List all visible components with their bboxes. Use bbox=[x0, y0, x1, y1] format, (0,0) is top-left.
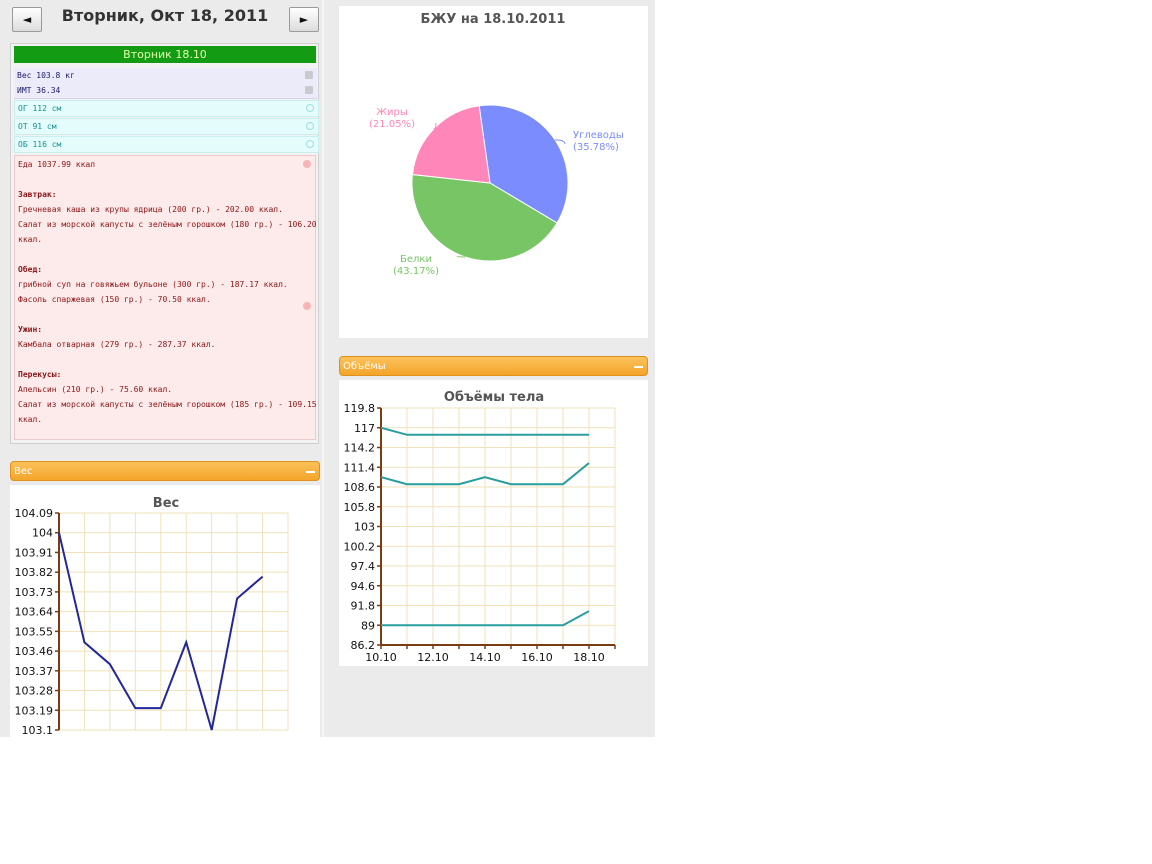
y-tick-label: 103.46 bbox=[15, 645, 54, 658]
weight-chart: Вес 104.09 104 103.91 103.82 103.73 103.64 103.… bbox=[15, 496, 289, 737]
x-tick-label: 16.10 bbox=[521, 651, 553, 664]
lock-icon bbox=[305, 71, 313, 79]
chart-title: БЖУ на 18.10.2011 bbox=[421, 12, 566, 27]
food-line: Гречневая каша из крупы ядрица (200 гр.)… bbox=[18, 205, 283, 214]
pie-label-name: Углеводы bbox=[573, 130, 624, 141]
x-tick-label: 12.10 bbox=[417, 651, 449, 664]
y-tick-label: 103.1 bbox=[22, 724, 54, 737]
y-tick-label: 103.73 bbox=[15, 586, 54, 599]
food-line: Фасоль спаржевая (150 гр.) - 70.50 ккал. bbox=[18, 295, 211, 304]
food-line: Камбала отварная (279 гр.) - 287.37 ккал… bbox=[18, 340, 216, 349]
hips-entry-label: ОБ 116 см bbox=[18, 140, 62, 149]
pie-label-pct: (35.78%) bbox=[573, 142, 619, 153]
macros-chart-panel: БЖУ на 18.10.2011 Углеводы (35.78%) Белки (4… bbox=[339, 6, 648, 338]
waist-entry[interactable]: ОТ 91 см bbox=[14, 118, 319, 135]
meal-heading: Завтрак: bbox=[18, 190, 57, 199]
y-tick-label: 94.6 bbox=[351, 580, 376, 593]
day-header[interactable]: Вторник 18.10 bbox=[14, 46, 316, 63]
food-entry[interactable]: Еда 1037.99 ккал Завтрак: Гречневая каша… bbox=[14, 155, 317, 440]
bmi-entry[interactable]: ИМТ 36.34 bbox=[14, 83, 317, 99]
weight-chart-panel: Вес 104.09 104 103.91 103.82 103.73 103.64 103.… bbox=[10, 485, 320, 737]
day-summary-panel: Вторник 18.10 Вес 103.8 кг ИМТ 36.34 ОГ … bbox=[10, 43, 319, 444]
volumes-panel-header[interactable]: Объёмы bbox=[339, 356, 648, 376]
tape-measure-icon bbox=[306, 122, 314, 130]
y-tick-label: 114.2 bbox=[344, 442, 376, 455]
app-window: ◄ Вторник, Окт 18, 2011 ► Вторник 18.10 … bbox=[0, 0, 655, 737]
volumes-panel-title: Объёмы bbox=[343, 361, 386, 372]
pie-slice bbox=[411, 105, 491, 184]
meal-heading: Перекусы: bbox=[18, 370, 62, 379]
y-tick-label: 111.4 bbox=[344, 461, 376, 474]
y-tick-label: 117 bbox=[354, 422, 375, 435]
x-tick-label: 14.10 bbox=[469, 651, 501, 664]
food-line: Салат из морской капусты с зелёным горош… bbox=[18, 220, 317, 229]
x-tick-label: 18.10 bbox=[573, 651, 605, 664]
bmi-entry-label: ИМТ 36.34 bbox=[17, 86, 61, 95]
food-line: ккал. bbox=[18, 235, 43, 244]
meal-heading: Ужин: bbox=[18, 325, 43, 334]
y-tick-label: 103.55 bbox=[15, 625, 54, 638]
weight-entry-label: Вес 103.8 кг bbox=[17, 71, 75, 80]
collapse-icon[interactable] bbox=[634, 366, 643, 368]
previous-day-button[interactable]: ◄ bbox=[12, 7, 42, 32]
pie-label-name: Белки bbox=[400, 254, 432, 265]
pie-label-pct: (43.17%) bbox=[393, 266, 439, 277]
x-tick-label: 10.10 bbox=[365, 651, 397, 664]
food-line: ккал. bbox=[18, 415, 43, 424]
apple-icon bbox=[303, 160, 311, 168]
chart-title: Объёмы тела bbox=[444, 390, 544, 405]
collapse-icon[interactable] bbox=[306, 471, 315, 473]
meal-heading: Обед: bbox=[18, 265, 43, 274]
weight-entry[interactable]: Вес 103.8 кг bbox=[14, 68, 317, 84]
column-separator bbox=[322, 0, 324, 737]
y-tick-label: 91.8 bbox=[351, 600, 376, 613]
pie-label-pct: (21.05%) bbox=[369, 119, 415, 130]
y-tick-label: 89 bbox=[361, 619, 375, 632]
food-line: Апельсин (210 гр.) - 75.60 ккал. bbox=[18, 385, 173, 394]
chart-title: Вес bbox=[153, 496, 179, 511]
y-tick-label: 105.8 bbox=[344, 501, 376, 514]
y-tick-label: 108.6 bbox=[344, 481, 376, 494]
food-line: грибной суп на говяжьем бульоне (300 гр.… bbox=[18, 280, 288, 289]
volumes-chart-panel: Объёмы тела 119.8 117 114.2 111.4 108.6 105.8 1… bbox=[339, 380, 648, 666]
chest-entry[interactable]: ОГ 112 см bbox=[14, 100, 319, 117]
pie-label-name: Жиры bbox=[376, 107, 408, 118]
tape-measure-icon bbox=[306, 140, 314, 148]
y-tick-label: 119.8 bbox=[344, 402, 376, 415]
y-tick-label: 103 bbox=[354, 521, 375, 534]
y-tick-label: 104.09 bbox=[15, 507, 54, 520]
y-tick-label: 103.64 bbox=[15, 606, 54, 619]
y-tick-label: 97.4 bbox=[351, 560, 376, 573]
y-tick-label: 104 bbox=[32, 527, 53, 540]
weight-panel-title: Вес bbox=[14, 466, 33, 477]
volumes-chart: Объёмы тела 119.8 117 114.2 111.4 108.6 105.8 1… bbox=[344, 390, 616, 664]
y-tick-label: 100.2 bbox=[344, 540, 376, 553]
food-total: Еда 1037.99 ккал bbox=[18, 160, 96, 169]
lock-icon bbox=[305, 86, 313, 94]
waist-entry-label: ОТ 91 см bbox=[18, 122, 57, 131]
date-title: Вторник, Окт 18, 2011 bbox=[61, 6, 269, 25]
macros-pie-chart: БЖУ на 18.10.2011 Углеводы(35.78%) Белки(4… bbox=[369, 12, 624, 277]
next-day-button[interactable]: ► bbox=[289, 7, 319, 32]
weight-panel-header[interactable]: Вес bbox=[10, 461, 320, 481]
hips-entry[interactable]: ОБ 116 см bbox=[14, 136, 319, 153]
y-tick-label: 103.37 bbox=[15, 665, 54, 678]
y-tick-label: 103.82 bbox=[15, 566, 54, 579]
y-tick-label: 103.91 bbox=[15, 546, 54, 559]
y-tick-label: 103.19 bbox=[15, 704, 54, 717]
y-tick-label: 103.28 bbox=[15, 685, 54, 698]
chest-entry-label: ОГ 112 см bbox=[18, 104, 62, 113]
food-line: Салат из морской капусты с зелёным горош… bbox=[18, 400, 317, 409]
tape-measure-icon bbox=[306, 104, 314, 112]
